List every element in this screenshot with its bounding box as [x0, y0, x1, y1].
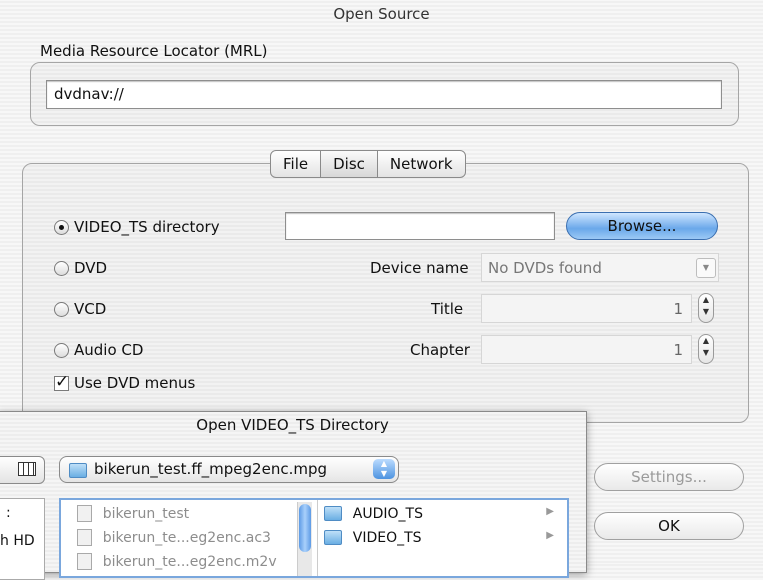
source-tabs: File Disc Network — [270, 150, 466, 178]
radio-video-ts-label: VIDEO_TS directory — [74, 218, 220, 236]
scrollbar-thumb[interactable] — [299, 504, 311, 552]
file-name: bikerun_te...eg2enc.ac3 — [102, 530, 271, 546]
list-item[interactable]: bikerun_te...eg2enc.ac3 — [77, 528, 271, 546]
video-ts-path-input[interactable] — [285, 212, 555, 240]
device-name-select[interactable]: No DVDs found ▼ — [481, 253, 719, 282]
file-icon — [77, 529, 92, 546]
location-popup[interactable]: bikerun_test.ff_mpeg2enc.mpg ▲ ▼ — [59, 456, 399, 483]
radio-audio-cd-label: Audio CD — [74, 341, 144, 359]
list-item[interactable]: bikerun_test — [77, 504, 189, 522]
sidebar-item-fragment[interactable]: : — [6, 505, 11, 521]
file-icon — [77, 553, 92, 570]
file-browser: bikerun_test bikerun_te...eg2enc.ac3 bik… — [59, 498, 569, 578]
settings-button[interactable]: Settings... — [594, 463, 744, 491]
folder-icon — [324, 530, 342, 545]
folder-name: VIDEO_TS — [352, 530, 422, 546]
use-dvd-menus-label: Use DVD menus — [74, 374, 196, 392]
mrl-value: dvdnav:// — [54, 85, 124, 103]
list-item[interactable]: bikerun_te...eg2enc.m2v — [77, 552, 277, 570]
radio-dvd[interactable] — [54, 261, 69, 276]
view-toggle[interactable] — [0, 456, 45, 484]
radio-button[interactable] — [54, 302, 69, 317]
chevron-right-icon: ▶ — [546, 506, 554, 517]
radio-video-ts[interactable] — [54, 220, 69, 235]
location-value: bikerun_test.ff_mpeg2enc.mpg — [94, 460, 327, 478]
folder-icon — [69, 463, 87, 478]
sidebar-pane: : h HD — [0, 498, 45, 580]
title-value: 1 — [673, 300, 683, 318]
radio-dvd-label: DVD — [74, 259, 108, 277]
tab-disc[interactable]: Disc — [321, 151, 378, 177]
tab-network[interactable]: Network — [378, 151, 465, 177]
browser-column-1: bikerun_test bikerun_te...eg2enc.ac3 bik… — [61, 500, 314, 576]
chapter-field[interactable]: 1 — [481, 335, 692, 364]
browser-column-2: AUDIO_TS ▶ VIDEO_TS ▶ — [317, 500, 568, 576]
browse-button[interactable]: Browse... — [566, 212, 718, 240]
sheet-title: Open VIDEO_TS Directory — [196, 416, 389, 434]
title-field[interactable]: 1 — [481, 294, 692, 323]
radio-vcd[interactable] — [54, 302, 69, 317]
mrl-input[interactable]: dvdnav:// — [46, 80, 722, 109]
radio-button-selected[interactable] — [54, 220, 69, 235]
file-name: bikerun_te...eg2enc.m2v — [102, 554, 277, 570]
checkmark-icon: ✓ — [55, 372, 70, 392]
use-dvd-menus-checkbox[interactable]: ✓ — [54, 372, 69, 392]
column-scrollbar[interactable] — [297, 502, 312, 576]
radio-audio-cd[interactable] — [54, 343, 69, 358]
chapter-label: Chapter — [410, 341, 470, 359]
window-title: Open Source — [333, 5, 430, 23]
title-label: Title — [431, 300, 464, 318]
mrl-label: Media Resource Locator (MRL) — [40, 42, 268, 60]
folder-name: AUDIO_TS — [352, 506, 423, 522]
folder-icon — [324, 506, 342, 521]
list-item[interactable]: AUDIO_TS ▶ — [324, 504, 554, 522]
ok-button[interactable]: OK — [594, 512, 744, 540]
device-name-label: Device name — [370, 259, 469, 277]
device-name-value: No DVDs found — [488, 259, 602, 277]
chapter-value: 1 — [673, 341, 683, 359]
radio-button[interactable] — [54, 261, 69, 276]
chapter-stepper[interactable]: ▲ ▼ — [698, 334, 714, 364]
radio-button[interactable] — [54, 343, 69, 358]
file-name: bikerun_test — [102, 506, 190, 522]
chevron-down-icon: ▼ — [696, 258, 716, 278]
radio-vcd-label: VCD — [74, 300, 107, 318]
file-icon — [77, 505, 92, 522]
sidebar-item-fragment[interactable]: h HD — [0, 533, 35, 549]
open-directory-sheet: Open VIDEO_TS Directory bikerun_test.ff_… — [0, 411, 587, 580]
title-stepper[interactable]: ▲ ▼ — [698, 293, 714, 323]
chevron-right-icon: ▶ — [546, 530, 554, 541]
list-item[interactable]: VIDEO_TS ▶ — [324, 528, 554, 546]
popup-arrows-icon: ▲ ▼ — [373, 459, 395, 479]
columns-view-icon — [18, 462, 36, 476]
tab-file[interactable]: File — [271, 151, 322, 177]
